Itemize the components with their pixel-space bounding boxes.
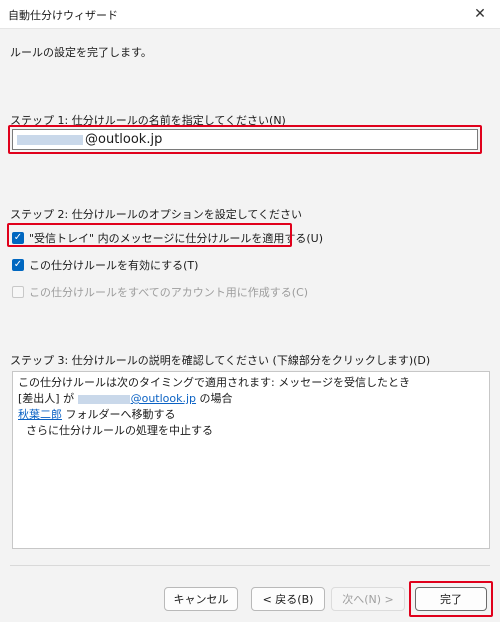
description-line-stop: さらに仕分けルールの処理を中止する: [26, 424, 213, 437]
checkbox-checked-icon[interactable]: ✓: [12, 259, 24, 271]
option-all-accounts-label: この仕分けルールをすべてのアカウント用に作成する(C): [29, 286, 309, 299]
sender-address-link-text: @outlook.jp: [130, 392, 197, 405]
intro-text: ルールの設定を完了します。: [10, 46, 152, 59]
window-title: 自動仕分けウィザード: [8, 9, 118, 22]
footer-divider: [10, 565, 490, 566]
close-icon[interactable]: ✕: [460, 0, 500, 28]
sender-suffix: の場合: [199, 392, 233, 405]
highlight-box-apply: [7, 223, 292, 247]
cancel-button[interactable]: キャンセル: [164, 587, 238, 611]
description-line-sender: [差出人] が @outlook.jp の場合: [18, 391, 484, 407]
rule-description-box[interactable]: この仕分けルールは次のタイミングで適用されます: メッセージを受信したとき [差…: [12, 371, 490, 549]
highlight-box-finish: [409, 581, 493, 617]
option-enable-rule[interactable]: ✓ この仕分けルールを有効にする(T): [12, 257, 198, 273]
sender-address-link[interactable]: @outlook.jp: [77, 392, 197, 405]
step2-label: ステップ 2: 仕分けルールのオプションを設定してください: [10, 208, 303, 221]
description-line-move: 秋葉二郎 フォルダーへ移動する: [18, 407, 484, 423]
step3-label: ステップ 3: 仕分けルールの説明を確認してください (下線部分をクリックします…: [10, 354, 431, 367]
next-button: 次へ(N) >: [331, 587, 405, 611]
checkbox-disabled-icon: [12, 286, 24, 298]
option-enable-rule-label: この仕分けルールを有効にする(T): [29, 259, 199, 272]
redacted-address: [77, 394, 130, 404]
sender-prefix: [差出人] が: [18, 392, 75, 405]
highlight-box-name: [8, 125, 482, 154]
option-all-accounts: この仕分けルールをすべてのアカウント用に作成する(C): [12, 284, 308, 300]
description-line-trigger: この仕分けルールは次のタイミングで適用されます: メッセージを受信したとき: [18, 376, 410, 389]
title-bar: 自動仕分けウィザード ✕: [0, 0, 500, 29]
folder-link[interactable]: 秋葉二郎: [18, 408, 62, 421]
back-button[interactable]: < 戻る(B): [251, 587, 325, 611]
move-suffix: フォルダーへ移動する: [65, 408, 176, 421]
